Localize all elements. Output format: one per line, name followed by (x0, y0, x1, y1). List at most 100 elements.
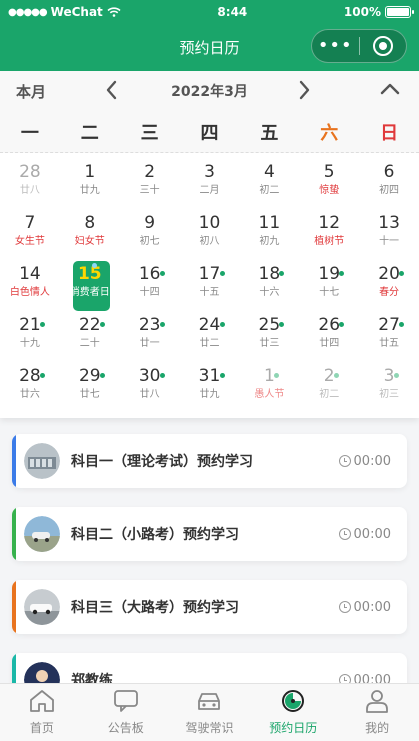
lunar-label: 愚人节 (254, 389, 285, 400)
header: ●●●●● WeChat 8:44 100% 预约日历 ••• (0, 0, 419, 71)
day-number: 10 (198, 213, 221, 233)
day-cell[interactable]: 26 廿四 (299, 310, 359, 361)
user-icon (363, 688, 391, 719)
card-time: 00:00 (338, 527, 391, 542)
lunar-label: 十九 (19, 338, 40, 349)
tab-home[interactable]: 首页 (0, 684, 84, 741)
appointment-card[interactable]: 科目二（小路考）预约学习 00:00 (12, 507, 407, 561)
lunar-label: 女生节 (14, 236, 45, 247)
next-month-chevron-right-icon[interactable] (298, 79, 312, 106)
day-cell[interactable]: 29 廿七 (60, 361, 120, 412)
home-icon (28, 688, 56, 719)
tab-calendar-clock[interactable]: 预约日历 (251, 684, 335, 741)
day-cell-today[interactable]: 15 消费者日 (60, 259, 120, 311)
day-cell[interactable]: 11 初九 (239, 208, 299, 259)
day-cell[interactable]: 14 白色情人 (0, 259, 60, 310)
tab-user[interactable]: 我的 (335, 684, 419, 741)
day-number: 26 (318, 315, 341, 335)
weekday-label: 六 (320, 122, 339, 144)
day-number: 9 (144, 213, 156, 233)
day-cell[interactable]: 16 十四 (120, 259, 180, 310)
tab-label: 驾驶常识 (185, 721, 234, 735)
weekday-label: 二 (80, 122, 99, 144)
prev-month-chevron-left-icon[interactable] (104, 79, 118, 106)
card-title: 科目三（大路考）预约学习 (71, 600, 239, 616)
day-number: 15 (77, 264, 102, 284)
battery-percent: 100% (343, 5, 381, 19)
day-number: 16 (138, 264, 161, 284)
lunar-label: 十一 (379, 236, 400, 247)
day-number: 1 (263, 366, 275, 386)
day-cell[interactable]: 12 植树节 (299, 208, 359, 259)
day-cell[interactable]: 22 二十 (60, 310, 120, 361)
day-number: 23 (138, 315, 161, 335)
card-accent-bar (12, 580, 16, 634)
day-cell[interactable]: 8 妇女节 (60, 208, 120, 259)
day-number: 3 (383, 366, 395, 386)
tab-message[interactable]: 公告板 (84, 684, 168, 741)
day-cell[interactable]: 1 愚人节 (239, 361, 299, 412)
day-cell[interactable]: 25 廿三 (239, 310, 299, 361)
day-cell[interactable]: 24 廿二 (180, 310, 240, 361)
day-number: 3 (204, 162, 215, 182)
day-cell[interactable]: 20 春分 (359, 259, 419, 310)
day-cell[interactable]: 2 三十 (120, 157, 180, 208)
tab-label: 我的 (365, 721, 390, 735)
day-number: 25 (258, 315, 281, 335)
more-menu-button[interactable]: ••• (312, 29, 359, 63)
day-cell[interactable]: 3 二月 (180, 157, 240, 208)
day-cell[interactable]: 3 初三 (359, 361, 419, 412)
day-cell[interactable]: 23 廿一 (120, 310, 180, 361)
day-cell[interactable]: 28 廿六 (0, 361, 60, 412)
availability-dot (159, 271, 165, 276)
day-cell[interactable]: 17 十五 (180, 259, 240, 310)
month-mode-label[interactable]: 本月 (16, 81, 46, 102)
day-cell[interactable]: 1 廿九 (60, 157, 120, 208)
day-cell[interactable]: 4 初二 (239, 157, 299, 208)
appointment-card[interactable]: 科目一（理论考试）预约学习 00:00 (12, 434, 407, 488)
day-number: 19 (318, 264, 341, 284)
clock-time: 8:44 (217, 5, 248, 19)
day-number: 24 (198, 315, 221, 335)
day-cell[interactable]: 31 廿九 (180, 361, 240, 412)
day-number: 18 (258, 264, 281, 284)
day-cell[interactable]: 18 十六 (239, 259, 299, 310)
day-number: 14 (19, 264, 41, 284)
weekday-label: 四 (200, 122, 219, 144)
day-cell[interactable]: 6 初四 (359, 157, 419, 208)
day-cell[interactable]: 2 初二 (299, 361, 359, 412)
appointment-card[interactable]: 科目三（大路考）预约学习 00:00 (12, 580, 407, 634)
day-cell[interactable]: 21 十九 (0, 310, 60, 361)
lunar-label: 春分 (379, 287, 400, 298)
time-value: 00:00 (353, 599, 391, 615)
day-cell[interactable]: 9 初七 (120, 208, 180, 259)
lunar-label: 初四 (379, 185, 400, 196)
tab-label: 公告板 (107, 721, 144, 735)
day-number: 28 (19, 162, 41, 182)
lunar-label: 初三 (379, 389, 400, 400)
day-grid: 28 廿八 1 廿九 2 三十 3 二月 4 初二 5 惊蛰 6 初四 7 女生节 8 妇女节 9 初七 10 初八 11 初… (0, 153, 419, 418)
day-cell[interactable]: 27 廿五 (359, 310, 419, 361)
lunar-label: 初二 (319, 389, 340, 400)
lunar-label: 廿九 (199, 389, 220, 400)
lunar-label: 植树节 (314, 236, 345, 247)
day-cell[interactable]: 19 十七 (299, 259, 359, 310)
day-number: 6 (383, 162, 395, 182)
day-number: 28 (19, 366, 41, 386)
subject3-avatar (12, 589, 60, 625)
lunar-label: 十四 (139, 287, 160, 298)
day-cell[interactable]: 28 廿八 (0, 157, 60, 208)
collapse-chevron-up-icon[interactable] (379, 79, 401, 106)
day-cell[interactable]: 30 廿八 (120, 361, 180, 412)
lunar-label: 十七 (319, 287, 340, 298)
tab-car[interactable]: 驾驶常识 (168, 684, 252, 741)
day-cell[interactable]: 7 女生节 (0, 208, 60, 259)
day-cell[interactable]: 13 十一 (359, 208, 419, 259)
lunar-label: 廿五 (379, 338, 400, 349)
close-miniprogram-button[interactable] (359, 36, 406, 56)
lunar-label: 初八 (199, 236, 220, 247)
day-cell[interactable]: 10 初八 (180, 208, 240, 259)
day-cell[interactable]: 5 惊蛰 (299, 157, 359, 208)
lunar-label: 妇女节 (74, 236, 105, 247)
lunar-label: 十五 (199, 287, 220, 298)
